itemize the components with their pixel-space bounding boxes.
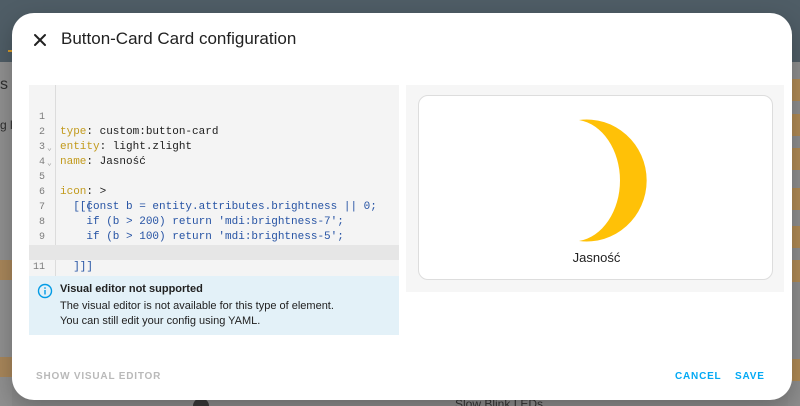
fold-chevron-icon[interactable]: ⌄ xyxy=(47,156,52,171)
background-left-strip xyxy=(0,62,12,406)
card-configuration-dialog: Button-Card Card configuration 1 type: c… xyxy=(12,13,792,400)
save-button[interactable]: SAVE xyxy=(735,371,765,382)
info-icon xyxy=(37,283,53,299)
button-card-preview[interactable]: Jasność xyxy=(418,95,773,280)
card-name-label: Jasność xyxy=(572,250,621,265)
code-line-active[interactable]: 11 show_state: false xyxy=(29,245,399,281)
notice-text: The visual editor is not available for t… xyxy=(60,300,334,312)
code-line[interactable]: 3 name: Jasność xyxy=(29,125,399,168)
notice-text: You can still edit your config using YAM… xyxy=(60,315,261,327)
yaml-code-editor[interactable]: 1 type: custom:button-card 2 entity: lig… xyxy=(29,85,399,281)
cancel-button[interactable]: CANCEL xyxy=(675,371,721,382)
close-icon xyxy=(34,34,46,46)
code-line[interactable]: 8 if (b > 100) return 'mdi:brightness-5'… xyxy=(29,200,399,243)
background-left-notice xyxy=(0,260,12,280)
background-left-fragment: g l xyxy=(0,118,13,132)
fold-chevron-icon[interactable]: ⌄ xyxy=(47,141,52,156)
code-line[interactable]: 2 entity: light.zlight xyxy=(29,110,399,153)
brightness-2-icon xyxy=(579,119,647,242)
code-line[interactable]: 4 ⌄ icon: > xyxy=(29,140,399,198)
visual-editor-notice: Visual editor not supported The visual e… xyxy=(29,276,399,335)
code-line[interactable]: 1 type: custom:button-card xyxy=(29,95,399,138)
code-line[interactable]: 6 const b = entity.attributes.brightness… xyxy=(29,170,399,213)
line-number: 11 xyxy=(33,262,46,273)
dialog-title: Button-Card Card configuration xyxy=(61,29,297,48)
code-line[interactable]: 9 return 'mdi:brightness-2'; xyxy=(29,215,399,258)
notice-title: Visual editor not supported xyxy=(60,283,203,295)
code-line[interactable]: 5 ⌄ [[[ xyxy=(29,155,399,213)
code-line[interactable]: 10 ]]] xyxy=(29,230,399,273)
background-left-notice xyxy=(0,357,12,377)
code-line[interactable]: 7 if (b > 200) return 'mdi:brightness-7'… xyxy=(29,185,399,228)
close-button[interactable] xyxy=(28,28,52,52)
crescent-shape xyxy=(579,119,647,242)
show-visual-editor-button[interactable]: SHOW VISUAL EDITOR xyxy=(36,371,161,382)
background-left-fragment: s xyxy=(0,76,8,93)
